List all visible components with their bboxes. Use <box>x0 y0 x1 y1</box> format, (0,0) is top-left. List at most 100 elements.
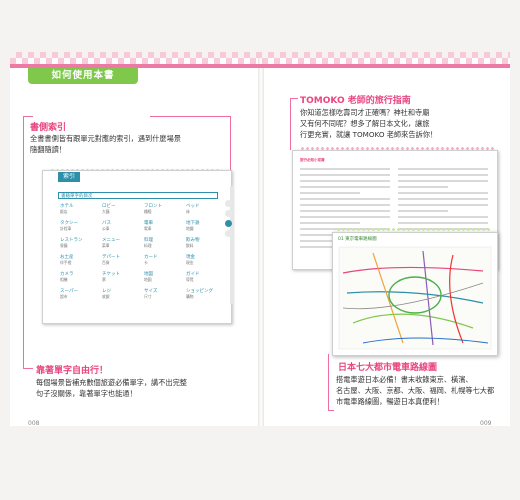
vocab-body-line: 句子沒關係，靠著單字也能通！ <box>36 389 137 398</box>
book-index-translation: 導覽 <box>186 277 194 282</box>
guide-text-line <box>398 180 488 182</box>
book-index-cell: ショッピング 購物 <box>186 289 213 299</box>
guide-text-line <box>300 198 390 200</box>
map-sample-title: 01 東京電車路線圖 <box>338 237 377 242</box>
guide-text-line <box>300 186 390 188</box>
book-index-translation: 公車 <box>102 226 110 231</box>
book-index-cell: ベッド床 <box>186 204 200 214</box>
guide-text-line <box>300 174 390 176</box>
guide-text-line <box>398 222 488 224</box>
book-index-translation: 地鐵 <box>186 226 194 231</box>
guide-text-line <box>300 222 360 224</box>
map-area <box>338 246 492 350</box>
side-marker <box>225 200 232 207</box>
index-body: 全書書側皆有跟單元對應的索引，遇到什麼場景 隨翻隨讀！ <box>30 133 181 155</box>
side-marker <box>225 210 232 217</box>
book-index-translation: 伴手禮 <box>60 260 72 265</box>
book-index-cell: スーパー 超市 <box>60 289 78 299</box>
book-side-markers <box>225 200 232 240</box>
guide-text-line <box>398 204 488 206</box>
book-index-cell: 地図 地圖 <box>144 272 153 282</box>
book-index-cell: ロビー 大廳 <box>102 204 116 214</box>
book-index-translation: 櫃檯 <box>144 209 152 214</box>
book-index-cell: ガイド 導覽 <box>186 272 200 282</box>
vocab-body: 每個場景皆補充數個旅遊必備單字，講不出完整 句子沒關係，靠著單字也能通！ <box>36 377 187 399</box>
guide-bracket <box>290 98 291 150</box>
guide-bracket-top <box>290 98 298 99</box>
book-index-translation: 地圖 <box>144 277 152 282</box>
guide-body-line: 你知道怎樣吃壽司才正確嗎？神社和寺廟 <box>300 108 430 117</box>
book-index-cell: レジ 收銀 <box>102 289 111 299</box>
right-page-number: 009 <box>480 420 492 427</box>
map-body-line: 名古屋、大阪、京都、大阪、福岡、札幌等七大都 <box>336 386 495 395</box>
guide-text-line <box>300 210 390 212</box>
book-index-translation: 現金 <box>186 260 194 265</box>
book-index-tab: 索引 <box>58 172 80 182</box>
book-index-translation: 收銀 <box>102 294 110 299</box>
section-tab: 如何使用本書 <box>28 68 138 84</box>
guide-text-line <box>300 216 390 218</box>
index-bracket-top-right <box>150 116 230 117</box>
book-index-cell: ホテル 飯店 <box>60 204 74 214</box>
guide-text-line <box>300 204 390 206</box>
book-index-translation: 飲料 <box>186 243 194 248</box>
vocab-heading: 靠著單字自由行！ <box>36 366 109 376</box>
book-index-translation: 大廳 <box>102 209 110 214</box>
guide-text-line <box>398 216 488 218</box>
book-index-cell: レストラン 餐廳 <box>60 238 83 248</box>
guide-body-line: 又有何不同呢？想多了解日本文化，讓旅 <box>300 119 430 128</box>
book-index-cell: デパート 百貨 <box>102 255 120 265</box>
book-index-cell: バス 公車 <box>102 221 111 231</box>
book-index-translation: 料理 <box>144 243 152 248</box>
guide-text-line <box>398 192 488 194</box>
book-index-cell: サイズ 尺寸 <box>144 289 157 299</box>
guide-text-line <box>300 168 390 170</box>
book-index-translation: 電車 <box>144 226 152 231</box>
guide-text-line <box>398 186 448 188</box>
vocab-bracket <box>23 368 33 369</box>
book-index-translation: 尺寸 <box>144 294 152 299</box>
book-index-header: 書籍單字的目次 <box>58 192 218 199</box>
left-page-number: 008 <box>28 420 40 427</box>
book-index-translation: 相機 <box>60 277 68 282</box>
map-body-line: 搭電車遊日本必備！書末收錄東京、橫濱、 <box>336 375 473 384</box>
vocab-body-line: 每個場景皆補充數個旅遊必備單字，講不出完整 <box>36 378 187 387</box>
book-index-translation: 床 <box>186 209 190 214</box>
book-index-cell: 地下鉄 地鐵 <box>186 221 200 231</box>
book-gutter <box>258 58 264 426</box>
book-spread: 如何使用本書 書側索引 全書書側皆有跟單元對應的索引，遇到什麼場景 隨翻隨讀！ … <box>0 0 520 500</box>
side-marker <box>225 230 232 237</box>
book-index-cell: メニュー 菜單 <box>102 238 120 248</box>
book-index-cell: タクシー 計程車 <box>60 221 78 231</box>
book-index-cell: チケット票 <box>102 272 120 282</box>
map-body-line: 市電車路線圖，暢遊日本真便利！ <box>336 397 444 406</box>
train-map-graphic <box>338 246 492 350</box>
book-index-cell: カード卡 <box>144 255 158 265</box>
guide-text-line <box>398 174 488 176</box>
guide-text-line <box>398 168 488 170</box>
book-index-translation: 計程車 <box>60 226 72 231</box>
guide-body-line: 行更充實，就讓 TOMOKO 老師來告訴你！ <box>300 130 438 139</box>
guide-text-line <box>300 180 390 182</box>
book-index-translation: 飯店 <box>60 209 68 214</box>
index-bracket-top <box>23 116 33 117</box>
index-heading: 書側索引 <box>30 123 67 133</box>
book-index-cell: フロント 櫃檯 <box>144 204 162 214</box>
diamond-border <box>10 52 510 64</box>
index-body-line: 全書書側皆有跟單元對應的索引，遇到什麼場景 <box>30 134 181 143</box>
train-map-sample <box>332 232 498 356</box>
guide-text-line <box>398 210 448 212</box>
index-body-line: 隨翻隨讀！ <box>30 145 66 154</box>
book-index-translation: 票 <box>102 277 106 282</box>
book-index-translation: 菜單 <box>102 243 110 248</box>
guide-body: 你知道怎樣吃壽司才正確嗎？神社和寺廟 又有何不同呢？想多了解日本文化，讓旅 行更… <box>300 107 437 140</box>
book-index-translation: 購物 <box>186 294 194 299</box>
map-bracket-bottom <box>328 410 334 411</box>
book-index-translation: 餐廳 <box>60 243 68 248</box>
book-index-cell: 飲み物 飲料 <box>186 238 200 248</box>
book-index-cell: 電車 電車 <box>144 221 153 231</box>
side-marker-active <box>225 220 232 227</box>
book-index-cell: 料理 料理 <box>144 238 153 248</box>
map-heading: 日本七大都市電車路線圖 <box>336 360 440 373</box>
guide-text-line <box>300 192 360 194</box>
